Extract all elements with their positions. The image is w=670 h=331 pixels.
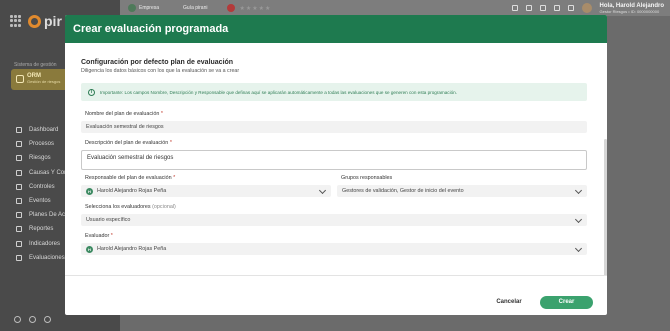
- modal-scrollbar[interactable]: [604, 139, 607, 275]
- company-name: Empresa: [139, 5, 160, 11]
- user-icon[interactable]: [29, 316, 36, 323]
- sidebar-item-label: Riesgos: [29, 155, 51, 162]
- topbar-actions: Hola, Harold Alejandro Gestor Riesgos • …: [511, 3, 664, 14]
- modal-header: Crear evaluación programada: [65, 15, 607, 43]
- sidebar-item-label: Evaluaciones: [29, 254, 65, 261]
- sidebar-item-label: Procesos: [29, 141, 55, 148]
- name-label: Nombre del plan de evaluación *: [85, 111, 163, 117]
- chevron-down-icon: [574, 244, 583, 253]
- user-info[interactable]: Hola, Harold Alejandro Gestor Riesgos • …: [600, 3, 664, 14]
- info-banner: i Importante: Los campos Nombre, Descrip…: [81, 83, 587, 101]
- evaluator-label-text: Evaluador: [85, 233, 110, 239]
- evaluator-value: Harold Alejandro Rojas Peña: [97, 246, 167, 252]
- create-button[interactable]: Crear: [540, 296, 593, 309]
- chevron-down-icon: [574, 186, 583, 195]
- info-icon: i: [88, 88, 95, 96]
- avatar[interactable]: [581, 3, 592, 13]
- sidebar-item-label: Dashboard: [29, 127, 59, 134]
- chevron-down-icon: [574, 215, 583, 224]
- required-mark: *: [160, 111, 163, 117]
- name-label-text: Nombre del plan de evaluación: [85, 111, 160, 117]
- logo-text: pir: [44, 13, 62, 29]
- required-mark: *: [110, 233, 113, 239]
- evaluator-label: Evaluador *: [85, 233, 113, 239]
- responsible-label-text: Responsable del plan de evaluación: [85, 175, 172, 181]
- modal-body: Configuración por defecto plan de evalua…: [65, 43, 607, 275]
- responsible-select[interactable]: H Harold Alejandro Rojas Peña: [81, 185, 331, 197]
- chevron-down-icon: [318, 186, 327, 195]
- sidebar-bottom: [14, 316, 51, 323]
- plan-description-textarea[interactable]: Evaluación semestral de riesgos: [81, 150, 587, 170]
- info-text: Importante: Los campos Nombre, Descripci…: [100, 89, 457, 95]
- sidebar-item-label: Reportes: [29, 226, 54, 233]
- optional-mark: (opcional): [152, 204, 176, 210]
- sidebar-item-label: Indicadores: [29, 240, 61, 247]
- apps-grid-icon[interactable]: [10, 15, 22, 27]
- plan-name-input[interactable]: Evaluación semestral de riesgos: [81, 121, 587, 133]
- evaluators-type-value: Usuario específico: [86, 217, 131, 223]
- document-icon: [16, 212, 22, 219]
- help-icon[interactable]: [14, 316, 21, 323]
- groups-label-text: Grupos responsables: [341, 175, 393, 181]
- section-title: Configuración por defecto plan de evalua…: [81, 59, 234, 66]
- gauge-icon: [16, 240, 22, 247]
- groups-label: Grupos responsables: [341, 175, 392, 181]
- user-greeting: Hola, Harold Alejandro: [599, 2, 664, 9]
- card-icon[interactable]: [44, 316, 51, 323]
- gear-icon[interactable]: [553, 5, 560, 11]
- groups-select[interactable]: Gestores de validación, Gestor de inicio…: [337, 185, 587, 197]
- avatar: H: [86, 187, 93, 195]
- topbar: Empresa Guía pirani ★★★★★ Hola, Harold A…: [120, 0, 670, 16]
- link-icon: [16, 169, 22, 176]
- guide-dropdown[interactable]: Guía pirani: [183, 5, 207, 11]
- users-icon[interactable]: [511, 5, 518, 11]
- company-icon: [128, 4, 136, 12]
- sidebar-item-label: Eventos: [29, 198, 51, 205]
- groups-value: Gestores de validación, Gestor de inicio…: [342, 188, 464, 194]
- alert-icon: [16, 198, 22, 205]
- system-card[interactable]: ORM Gestión de riesgos: [11, 69, 71, 90]
- modal-title: Crear evaluación programada: [73, 23, 229, 35]
- evaluator-select[interactable]: H Harold Alejandro Rojas Peña: [81, 243, 587, 255]
- bell-icon[interactable]: [539, 5, 546, 11]
- pen-icon[interactable]: [567, 5, 574, 11]
- logo: pir: [28, 13, 62, 29]
- footer-divider: [65, 275, 607, 276]
- cancel-button[interactable]: Cancelar: [489, 296, 529, 309]
- system-label: Sistema de gestión: [14, 62, 57, 68]
- user-role: Gestor Riesgos • ID: 0000000000: [599, 8, 660, 14]
- section-subtitle: Diligencia los datos básicos con los que…: [81, 68, 240, 74]
- required-mark: *: [173, 175, 176, 181]
- avatar: H: [86, 245, 93, 253]
- responsible-label: Responsable del plan de evaluación *: [85, 175, 175, 181]
- system-card-icon: [16, 75, 24, 83]
- create-evaluation-modal: Crear evaluación programada Configuració…: [65, 15, 607, 315]
- warning-icon: [16, 155, 22, 162]
- evaluators-type-select[interactable]: Usuario específico: [81, 214, 587, 226]
- evaluators-label-text: Selecciona los evaluadores: [85, 204, 151, 210]
- description-label: Descripción del plan de evaluación *: [85, 140, 172, 146]
- sidebar-item-label: Controles: [29, 183, 55, 190]
- sliders-icon: [16, 183, 22, 190]
- required-mark: *: [169, 140, 172, 146]
- record-icon[interactable]: [227, 4, 236, 12]
- logo-ring-icon: [28, 14, 41, 28]
- rating-stars-icon[interactable]: ★★★★★: [239, 5, 271, 12]
- description-label-text: Descripción del plan de evaluación: [85, 140, 169, 146]
- report-icon: [16, 226, 22, 233]
- evaluators-label: Selecciona los evaluadores (opcional): [85, 204, 176, 210]
- list-icon: [16, 141, 22, 148]
- checklist-icon: [16, 254, 22, 261]
- dashboard-icon: [16, 127, 22, 134]
- book-icon[interactable]: [525, 5, 532, 11]
- responsible-value: Harold Alejandro Rojas Peña: [97, 188, 167, 194]
- company-selector[interactable]: Empresa: [128, 4, 159, 12]
